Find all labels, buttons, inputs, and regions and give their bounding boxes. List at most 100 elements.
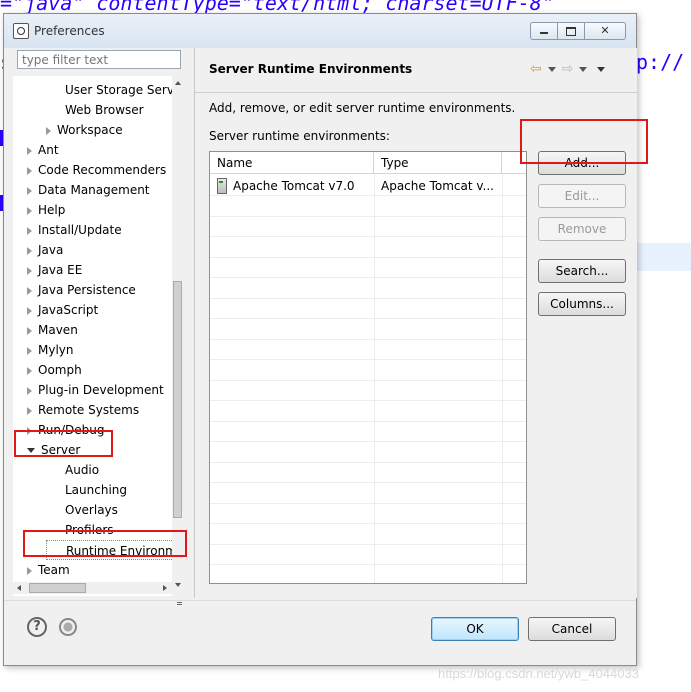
table-grid-line [210,359,526,360]
add-button[interactable]: Add... [538,151,626,175]
tree-item-label: Run/Debug [38,423,105,437]
tree-item[interactable]: Java EE [27,260,82,280]
tree-item[interactable]: Web Browser [46,100,144,120]
table-grid-line [210,297,526,299]
help-icon[interactable]: ? [27,617,47,637]
tree-item[interactable]: Runtime Environments [46,540,183,560]
expand-arrow-icon[interactable] [27,366,32,375]
ok-button[interactable]: OK [431,617,519,641]
expand-arrow-icon[interactable] [27,326,32,335]
tree-item[interactable]: JavaScript [27,300,98,320]
scroll-down-arrow-icon[interactable] [175,583,181,587]
expand-arrow-icon[interactable] [46,126,51,135]
server-runtime-icon [217,177,227,194]
import-export-icon[interactable] [59,618,77,636]
table-grid-line [502,174,503,583]
remove-button[interactable]: Remove [538,217,626,241]
cancel-button[interactable]: Cancel [528,617,616,641]
tree-item[interactable]: Ant [27,140,59,160]
table-grid-line [210,277,526,278]
tree-item[interactable]: Launching [46,480,127,500]
tree-item-label: Code Recommenders [38,163,167,177]
tree-item[interactable]: Code Recommenders [27,160,166,180]
minimize-button[interactable] [530,22,557,40]
expand-arrow-icon[interactable] [27,406,32,415]
dialog-titlebar[interactable]: Preferences ✕ [4,14,636,48]
header-separator [195,92,637,93]
tree-item-label: Runtime Environments [66,544,183,558]
expand-arrow-icon[interactable] [27,386,32,395]
expand-arrow-icon[interactable] [27,146,32,155]
tree-item[interactable]: Team [27,560,70,580]
expand-arrow-icon[interactable] [27,346,32,355]
tree-item[interactable]: Install/Update [27,220,122,240]
view-menu-icon[interactable] [597,66,606,72]
tree-item-label: Web Browser [65,103,144,117]
expand-arrow-icon[interactable] [27,226,32,235]
preferences-dialog: Preferences ✕ User Storage Service Web Br… [3,13,637,666]
tree-item[interactable]: Overlays [46,500,118,520]
table-grid-line [210,543,526,545]
expand-arrow-icon[interactable] [27,166,32,175]
expand-arrow-icon[interactable] [27,426,32,435]
table-grid-line [210,256,526,258]
tree-item-label: Remote Systems [38,403,140,417]
tree-item[interactable]: Oomph [27,360,82,380]
tree-item[interactable]: Plug-in Development [27,380,164,400]
tree-item[interactable]: Workspace [46,120,123,140]
tree-item[interactable]: User Storage Service [46,80,183,100]
scrollbar-thumb[interactable] [29,583,86,593]
tree-item[interactable]: Maven [27,320,78,340]
table-grid-line [210,400,526,401]
window-controls: ✕ [530,22,626,40]
expand-arrow-icon[interactable] [27,286,32,295]
expand-arrow-icon[interactable] [27,186,32,195]
tree-item-label: Java EE [38,263,83,277]
expand-arrow-icon[interactable] [27,266,32,275]
table-grid-line [210,482,526,483]
preferences-tree[interactable]: User Storage Service Web Browser Workspace… [13,76,183,596]
table-row-name-cell[interactable]: Apache Tomcat v7.0 [210,176,374,196]
table-row-type-cell[interactable]: Apache Tomcat v... [374,176,502,196]
tree-item[interactable]: Server [27,440,80,460]
watermark-text: https://blog.csdn.net/ywb_4044033 [438,666,639,681]
scroll-left-arrow-icon[interactable] [17,585,21,591]
tree-item-label: Ant [38,143,59,157]
back-history-dropdown-icon[interactable] [547,66,556,72]
maximize-button[interactable] [557,22,584,40]
scrollbar-thumb[interactable] [173,281,182,601]
collapse-arrow-icon[interactable] [27,448,35,453]
filter-input[interactable] [17,50,181,69]
tree-item[interactable]: Profilers [46,520,114,540]
table-grid-line [210,502,526,504]
tree-item[interactable]: Java [27,240,63,260]
table-grid-line [210,461,526,463]
columns-button[interactable]: Columns... [538,292,626,316]
expand-arrow-icon[interactable] [27,306,32,315]
tree-item[interactable]: Run/Debug [27,420,105,440]
runtime-table[interactable]: Name Type Apache Tomcat v7.0 Apache Tomc… [209,151,527,584]
tree-vertical-scrollbar[interactable] [172,76,184,601]
edit-button[interactable]: Edit... [538,184,626,208]
scroll-up-arrow-icon[interactable] [175,81,181,85]
forward-arrow-icon[interactable]: ⇨ [562,62,574,76]
back-arrow-icon[interactable]: ⇦ [530,62,542,76]
scroll-right-arrow-icon[interactable] [163,585,167,591]
tree-item[interactable]: Audio [46,460,99,480]
tree-item[interactable]: Java Persistence [27,280,136,300]
expand-arrow-icon[interactable] [27,246,32,255]
tree-horizontal-scrollbar[interactable] [13,582,172,594]
expand-arrow-icon[interactable] [27,566,32,575]
tree-item[interactable]: Help [27,200,65,220]
expand-arrow-icon[interactable] [27,206,32,215]
column-header-type[interactable]: Type [374,152,502,174]
tree-item[interactable]: Data Management [27,180,150,200]
tree-item[interactable]: Remote Systems [27,400,139,420]
close-button[interactable]: ✕ [584,22,626,40]
forward-history-dropdown-icon[interactable] [579,66,588,72]
search-button[interactable]: Search... [538,259,626,283]
preference-page: Server Runtime Environments ⇦ ⇨ Add, rem… [194,48,637,598]
tree-item-label: Java Persistence [38,283,136,297]
column-header-name[interactable]: Name [210,152,374,174]
tree-item[interactable]: Mylyn [27,340,74,360]
